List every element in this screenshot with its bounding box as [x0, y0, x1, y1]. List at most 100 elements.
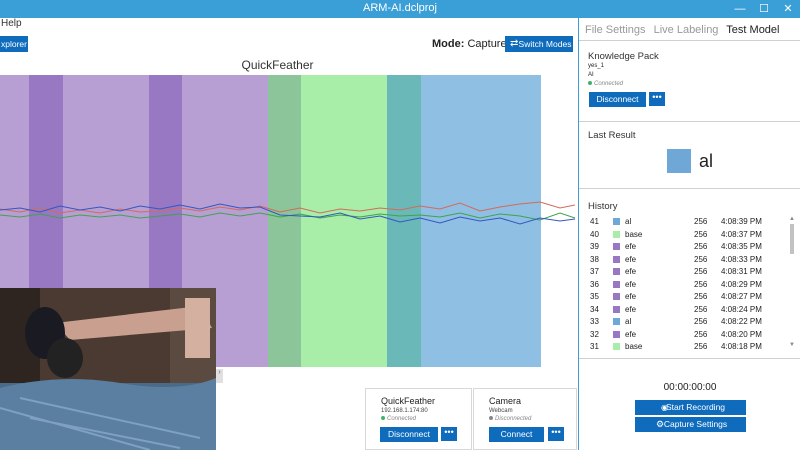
history-time: 4:08:24 PM — [721, 304, 762, 314]
history-color-swatch — [613, 318, 620, 325]
history-list[interactable]: 41 al 256 4:08:39 PM 40 base 256 4:08:37 PM 39 ef… — [588, 216, 788, 354]
status-dot-icon — [588, 81, 592, 86]
history-row[interactable]: 34 efe 256 4:08:24 PM — [588, 304, 788, 317]
last-result-label: al — [699, 151, 714, 171]
history-label: efe — [625, 267, 637, 276]
history-row[interactable]: 36 efe 256 4:08:29 PM — [588, 279, 788, 292]
history-time: 4:08:20 PM — [721, 329, 762, 339]
history-row[interactable]: 38 efe 256 4:08:33 PM — [588, 254, 788, 267]
right-panel: File Settings Live Labeling Test Model K… — [578, 18, 800, 450]
history-row[interactable]: 32 efe 256 4:08:20 PM — [588, 329, 788, 342]
last-result-color-swatch — [667, 149, 691, 173]
menu-help[interactable]: Help — [0, 18, 22, 29]
history-time: 4:08:27 PM — [721, 292, 762, 301]
switch-modes-label: Switch Modes — [518, 39, 572, 49]
history-id: 36 — [590, 279, 599, 289]
quickfeather-panel: QuickFeather 192.168.1.174:80 Connected … — [365, 388, 472, 450]
divider — [579, 358, 800, 359]
history-title: History — [588, 201, 618, 212]
history-count: 256 — [694, 279, 708, 289]
mode-indicator: Mode: Capture — [432, 38, 507, 50]
history-label: efe — [625, 329, 637, 339]
history-color-swatch — [613, 243, 620, 250]
history-id: 37 — [590, 267, 599, 276]
signal-line-blue — [0, 203, 576, 225]
device-name: QuickFeather — [381, 396, 436, 406]
history-count: 256 — [694, 317, 708, 326]
history-label: al — [625, 217, 632, 226]
history-id: 38 — [590, 254, 599, 264]
history-row[interactable]: 41 al 256 4:08:39 PM — [588, 216, 788, 229]
camera-connect-button[interactable]: Connect — [489, 427, 544, 442]
recording-timer: 00:00:00:00 — [663, 382, 717, 393]
history-id: 35 — [590, 292, 599, 301]
record-icon: ◉ — [661, 403, 668, 412]
history-row[interactable]: 35 efe 256 4:08:27 PM — [588, 291, 788, 304]
history-label: efe — [625, 279, 637, 289]
knowledge-pack-disconnect-button[interactable]: Disconnect — [589, 92, 646, 107]
device-status: Connected — [381, 416, 416, 422]
switch-modes-button[interactable]: ⇄ Switch Modes — [505, 36, 573, 52]
tab-file-settings[interactable]: File Settings — [585, 24, 646, 36]
close-button[interactable]: ✕ — [776, 0, 800, 18]
signal-line-red — [0, 201, 576, 214]
camera-resize-handle[interactable]: › — [216, 369, 223, 383]
history-count: 256 — [694, 217, 708, 226]
swap-arrows-icon: ⇄ — [510, 38, 519, 49]
plot-title: QuickFeather — [241, 58, 314, 72]
history-label: base — [625, 229, 643, 239]
history-count: 256 — [694, 304, 708, 314]
history-count: 256 — [694, 329, 708, 339]
camera-name: Camera — [489, 396, 522, 406]
knowledge-pack-title: Knowledge Pack — [588, 51, 659, 62]
history-time: 4:08:18 PM — [721, 342, 762, 351]
knowledge-pack-more-button[interactable]: ••• — [649, 92, 665, 106]
history-id: 33 — [590, 317, 599, 326]
history-count: 256 — [694, 229, 708, 239]
history-count: 256 — [694, 267, 708, 276]
history-id: 31 — [590, 342, 599, 351]
knowledge-pack-status: Connected — [588, 81, 623, 87]
minimize-button[interactable]: — — [728, 0, 752, 18]
history-row[interactable]: 39 efe 256 4:08:35 PM — [588, 241, 788, 254]
maximize-button[interactable]: ☐ — [752, 0, 776, 18]
history-color-swatch — [613, 305, 620, 313]
camera-panel: Camera Webcam Disconnected Connect ••• — [473, 388, 577, 450]
history-count: 256 — [694, 342, 708, 351]
history-row[interactable]: 40 base 256 4:08:37 PM — [588, 229, 788, 242]
history-color-swatch — [613, 230, 620, 238]
scrollbar-thumb[interactable] — [790, 224, 794, 254]
tab-test-model[interactable]: Test Model — [726, 24, 779, 36]
history-row[interactable]: 33 al 256 4:08:22 PM — [588, 316, 788, 329]
history-label: efe — [625, 242, 637, 251]
history-time: 4:08:29 PM — [721, 279, 762, 289]
history-id: 41 — [590, 217, 599, 226]
history-color-swatch — [613, 268, 620, 275]
device-address: 192.168.1.174:80 — [381, 408, 428, 414]
divider — [579, 40, 800, 41]
capture-settings-button[interactable]: ⚙ Capture Settings — [635, 417, 746, 432]
history-time: 4:08:22 PM — [721, 317, 762, 326]
camera-more-button[interactable]: ••• — [548, 427, 564, 441]
quickfeather-disconnect-button[interactable]: Disconnect — [380, 427, 438, 442]
history-label: base — [625, 342, 643, 351]
history-scrollbar[interactable]: ▲ ▼ — [789, 216, 795, 350]
scroll-down-icon[interactable]: ▼ — [789, 342, 795, 348]
right-tabs: File Settings Live Labeling Test Model — [585, 24, 785, 36]
scroll-up-icon[interactable]: ▲ — [789, 216, 795, 222]
explorer-button[interactable]: xplorer — [0, 36, 28, 52]
tab-live-labeling[interactable]: Live Labeling — [654, 24, 719, 36]
history-count: 256 — [694, 292, 708, 301]
last-result-title: Last Result — [588, 130, 636, 141]
start-recording-button[interactable]: ◉ Start Recording — [635, 400, 746, 415]
mode-value: Capture — [467, 38, 507, 50]
history-row[interactable]: 37 efe 256 4:08:31 PM — [588, 266, 788, 279]
history-count: 256 — [694, 254, 708, 264]
history-color-swatch — [613, 255, 620, 263]
webcam-image — [0, 288, 216, 450]
knowledge-pack-status-text: Connected — [594, 81, 624, 87]
quickfeather-more-button[interactable]: ••• — [441, 427, 457, 441]
history-row[interactable]: 31 base 256 4:08:18 PM — [588, 341, 788, 354]
capture-settings-label: Capture Settings — [663, 419, 728, 429]
history-label: efe — [625, 292, 637, 301]
